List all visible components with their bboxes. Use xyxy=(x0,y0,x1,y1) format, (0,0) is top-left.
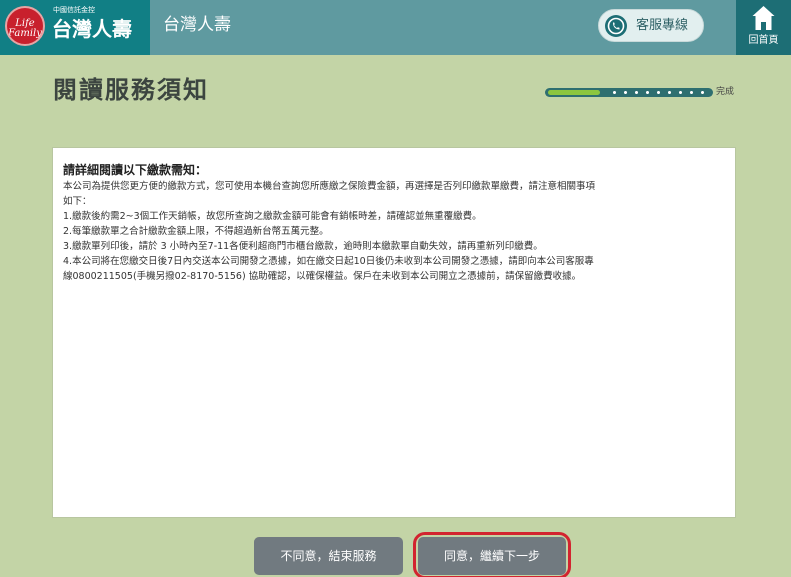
notice-body: 本公司為提供您更方便的繳款方式，您可使用本機台查詢您所應繳之保險費金額，再選擇是… xyxy=(63,179,731,284)
progress-fill xyxy=(548,90,600,95)
home-button[interactable]: 回首頁 xyxy=(736,0,791,55)
company-logo: Life Family xyxy=(5,6,45,46)
header-title: 台灣人壽 xyxy=(163,15,231,35)
notice-heading: 請詳細閱讀以下繳款需知： xyxy=(63,163,208,177)
page-title: 閱讀服務須知 xyxy=(53,76,209,104)
home-label: 回首頁 xyxy=(748,35,779,46)
logo-text: Life Family xyxy=(8,18,42,39)
app-header: Life Family 中國信託金控 台灣人壽 台灣人壽 客服專線 回首頁 xyxy=(0,0,791,55)
notice-line: 線0800211505(手機另撥02-8170-5156) 協助確認，以確保權益… xyxy=(63,271,582,282)
progress-step-dots xyxy=(609,90,707,95)
brand-group-name: 中國信託金控 xyxy=(53,6,95,14)
brand-block: Life Family 中國信託金控 台灣人壽 xyxy=(0,0,150,55)
notice-line: 本公司為提供您更方便的繳款方式，您可使用本機台查詢您所應繳之保險費金額，再選擇是… xyxy=(63,181,596,192)
phone-icon xyxy=(605,15,627,37)
brand-name: 台灣人壽 xyxy=(52,17,132,41)
disagree-end-service-button[interactable]: 不同意，結束服務 xyxy=(254,537,403,575)
notice-line: 4.本公司將在您繳交日後7日內交送本公司開發之憑據，如在繳交日起10日後仍未收到… xyxy=(63,256,594,267)
customer-service-button[interactable]: 客服專線 xyxy=(598,9,704,42)
notice-line: 2.每筆繳款單之合計繳款金額上限，不得超過新台幣五萬元整。 xyxy=(63,226,329,237)
agree-continue-button[interactable]: 同意，繼續下一步 xyxy=(418,537,566,575)
notice-line: 3.繳款單列印後，請於 3 小時內至7-11各便利超商門市櫃台繳款，逾時則本繳款… xyxy=(63,241,543,252)
progress-track xyxy=(545,88,713,97)
notice-panel[interactable]: 請詳細閱讀以下繳款需知： 本公司為提供您更方便的繳款方式，您可使用本機台查詢您所… xyxy=(52,147,736,518)
customer-service-label: 客服專線 xyxy=(636,18,689,33)
notice-line: 1.繳款後約需2~3個工作天銷帳，故您所查詢之繳款金額可能會有銷帳時差，請確認並… xyxy=(63,211,482,222)
main-content: 閱讀服務須知 完成 請詳細閱讀以下繳款需知： 本公司為提供您更方便的繳款方式，您… xyxy=(0,55,791,577)
home-icon xyxy=(752,5,775,37)
notice-line: 如下： xyxy=(63,196,92,207)
progress-label: 完成 xyxy=(716,87,735,97)
